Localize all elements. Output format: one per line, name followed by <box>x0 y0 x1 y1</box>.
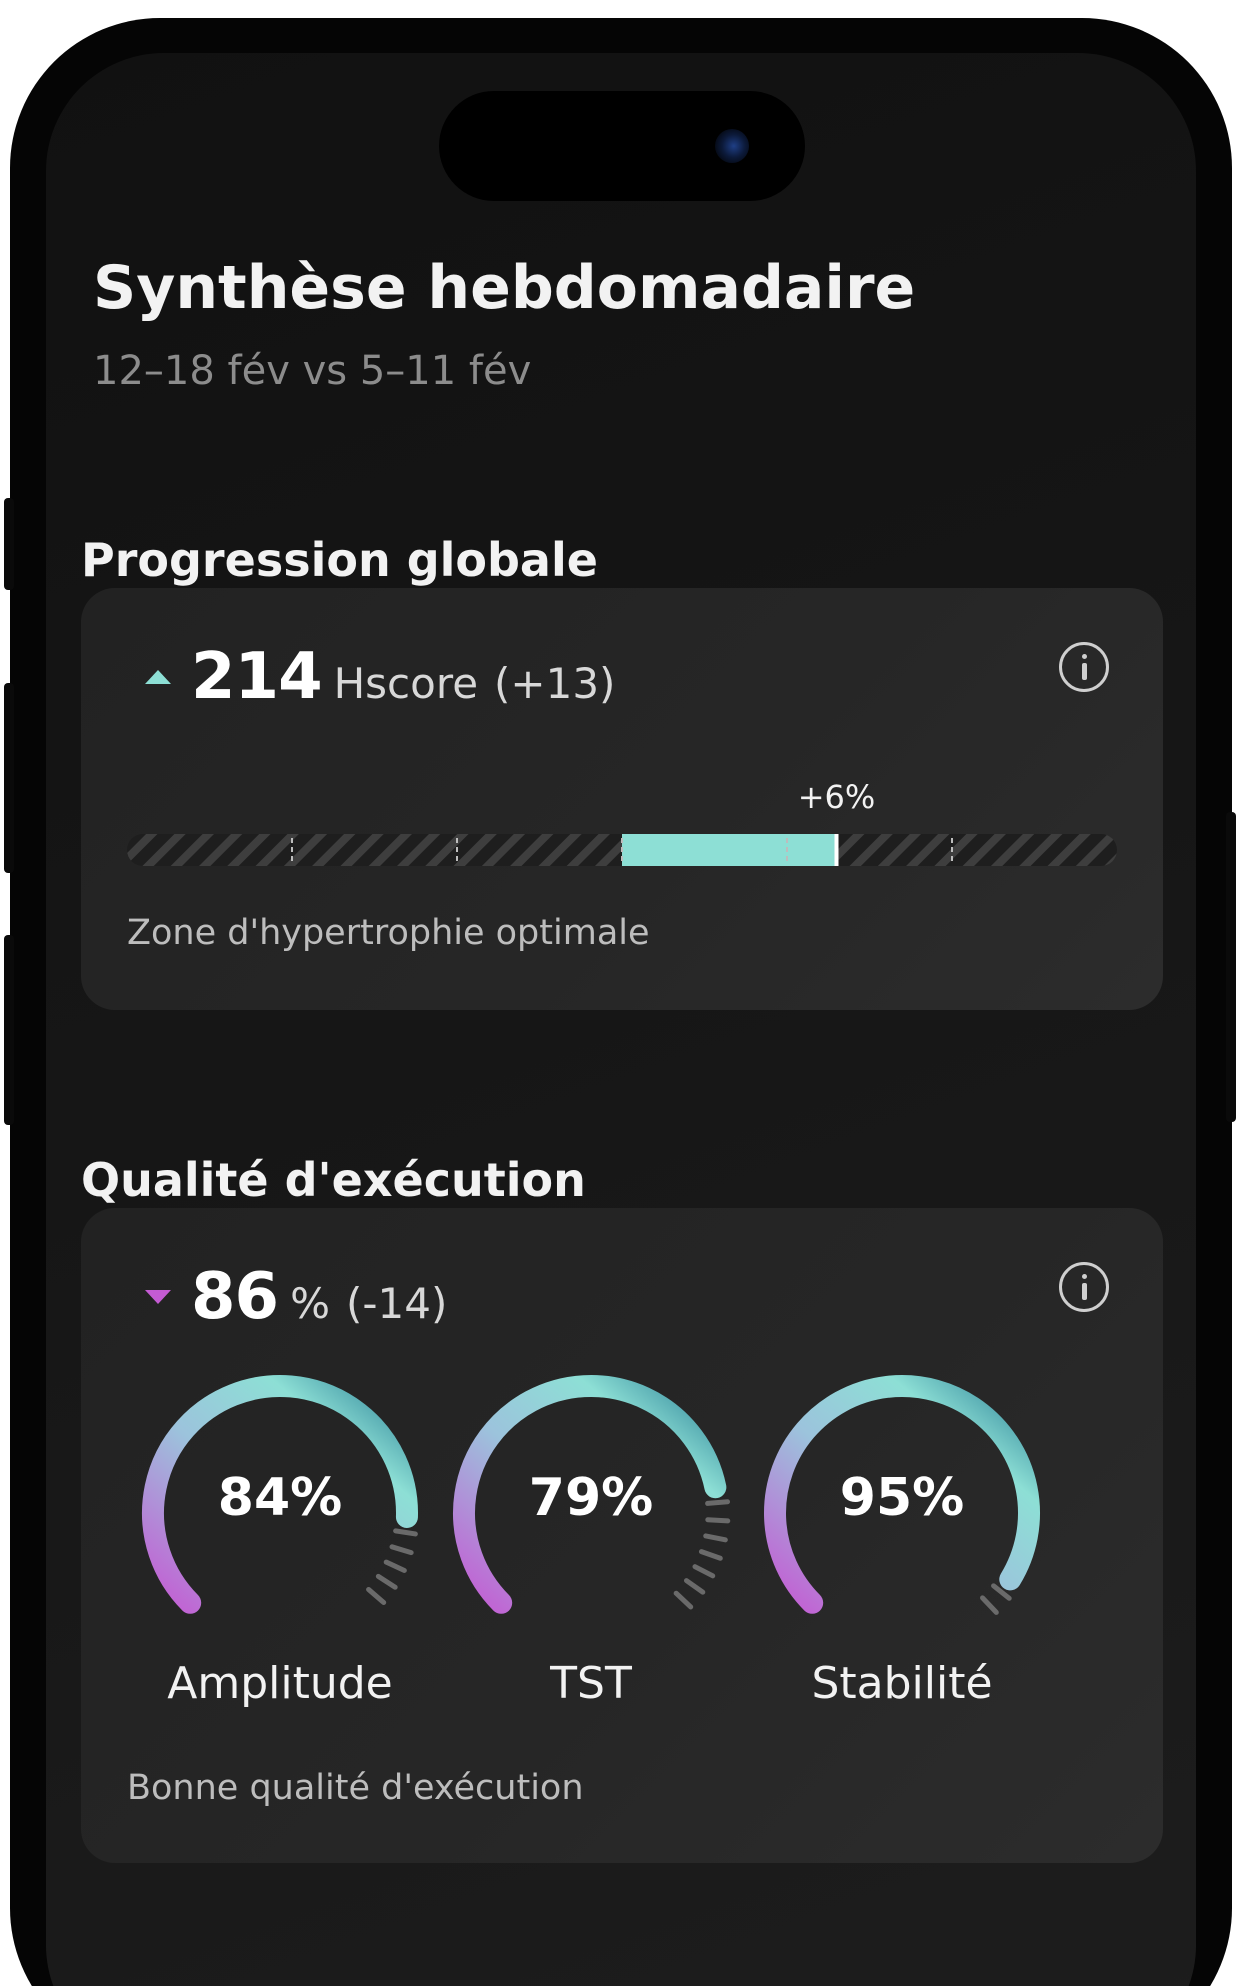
gauge-label: Amplitude <box>167 1658 393 1709</box>
gauge-remaining-tick <box>673 1590 694 1610</box>
info-icon[interactable] <box>1059 1262 1109 1312</box>
scale-tick-label: +10% <box>908 885 997 888</box>
quality-card[interactable]: 86 % (-14) 84% Amplitude 79% TST 95% Sta… <box>81 1208 1163 1863</box>
trend-down-icon <box>145 1290 171 1304</box>
gauge-remaining-tick <box>366 1586 387 1606</box>
progression-fill <box>622 834 837 866</box>
scale-tick-label: -5% <box>428 885 486 888</box>
quality-delta: (-14) <box>345 1279 448 1328</box>
gauge-tst: 79% TST <box>446 1368 736 1728</box>
gauge-remaining-tick <box>980 1595 999 1615</box>
gauge-remaining-tick <box>375 1573 398 1590</box>
scale-tick-label: 0% <box>599 885 645 888</box>
gauge-label: Stabilité <box>811 1658 993 1709</box>
progression-caption: Zone d'hypertrophie optimale <box>127 913 650 953</box>
dynamic-island <box>439 91 805 201</box>
gauge-amplitude: 84% Amplitude <box>135 1368 425 1728</box>
gauge-value: 84% <box>217 1468 343 1528</box>
gauge-value: 79% <box>528 1468 654 1528</box>
gauge-remaining-tick <box>383 1559 407 1573</box>
side-button-volume-down <box>4 935 14 1125</box>
scale-tick-label: +5% <box>752 885 822 888</box>
quality-summary: 86 % (-14) <box>145 1260 447 1334</box>
device-mockup: Synthèse hebdomadaire 12–18 fév vs 5–11 … <box>0 0 1238 1986</box>
gauge-remaining-tick <box>698 1549 723 1561</box>
gauge-remaining-tick <box>683 1578 706 1595</box>
progression-card[interactable]: 214 Hscore (+13) -10%-5%0%+5%+10%+6% Zon… <box>81 588 1163 1010</box>
quality-value: 86 <box>191 1260 279 1334</box>
quality-caption: Bonne qualité d'exécution <box>127 1768 584 1808</box>
progression-value-label: +6% <box>798 778 876 816</box>
gauge-remaining-tick <box>389 1544 414 1556</box>
gauge-remaining-tick <box>703 1533 728 1543</box>
gauge-label: TST <box>550 1658 632 1709</box>
quality-unit: % <box>290 1279 330 1328</box>
side-button-power <box>1226 812 1236 1122</box>
gauge-value: 95% <box>839 1468 965 1528</box>
section-title-progression: Progression globale <box>81 533 598 587</box>
app-screen: Synthèse hebdomadaire 12–18 fév vs 5–11 … <box>46 53 1196 1986</box>
progression-bar-chart: -10% -5% 0% +5% +10% +6% <box>127 778 1117 888</box>
gauge-stabilite: 95% Stabilité <box>757 1368 1047 1728</box>
scale-tick-label: -10% <box>254 885 331 888</box>
gauge-remaining-tick <box>692 1564 716 1579</box>
page-title: Synthèse hebdomadaire <box>93 253 916 323</box>
progression-marker <box>834 834 839 866</box>
side-button-volume-up <box>4 683 14 873</box>
date-range-subtitle: 12–18 fév vs 5–11 fév <box>93 348 532 394</box>
section-title-quality: Qualité d'exécution <box>81 1153 586 1207</box>
gauge-remaining-tick <box>393 1528 418 1537</box>
front-camera <box>715 129 749 163</box>
side-button-action <box>4 498 14 590</box>
